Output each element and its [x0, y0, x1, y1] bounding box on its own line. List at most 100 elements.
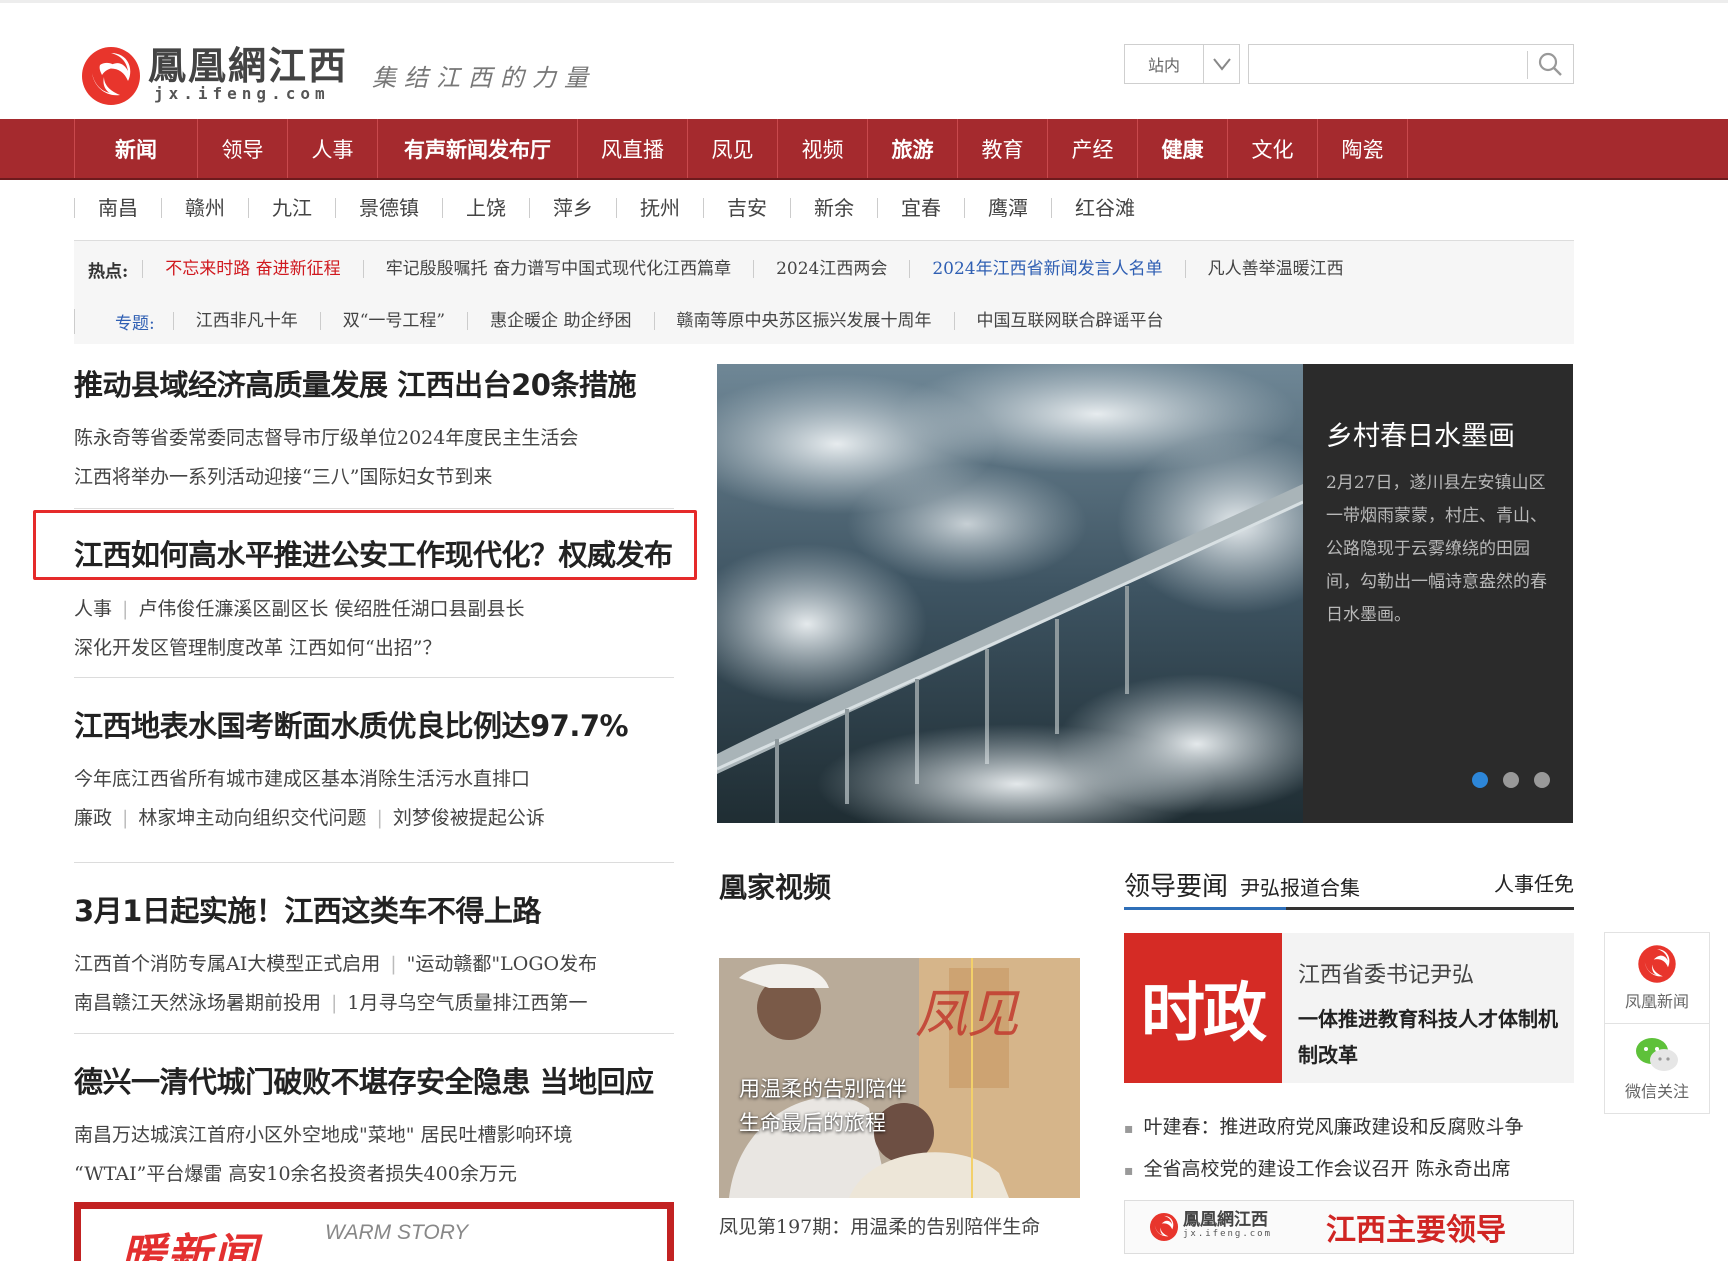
sub-link[interactable]: 江西将举办一系列活动迎接“三八”国际妇女节到来 [74, 465, 674, 489]
nav-item-economy[interactable]: 产经 [1048, 119, 1138, 178]
nav-item-leaders[interactable]: 领导 [198, 119, 288, 178]
chevron-down-icon[interactable] [1203, 45, 1239, 83]
headline-link[interactable]: 江西如何高水平推进公安工作现代化？权威发布 [74, 532, 674, 574]
sub-link[interactable]: 林家坤主动向组织交代问题 [138, 807, 366, 829]
video-caption[interactable]: 凤见第197期：用温柔的告别陪伴生命 [719, 1212, 1040, 1239]
wechat-follow-link[interactable]: 微信关注 [1605, 1023, 1709, 1113]
leader-card[interactable]: 时政 江西省委书记尹弘 一体推进教育科技人才体制机制改革 [1124, 933, 1574, 1083]
topic-link[interactable]: 赣南等原中央苏区振兴发展十周年 [653, 312, 954, 330]
search-input[interactable] [1248, 44, 1527, 84]
top-border [0, 0, 1728, 3]
city-link[interactable]: 九江 [248, 198, 335, 218]
slider-dots [1472, 772, 1550, 788]
sub-link[interactable]: 陈永奇等省委常委同志督导市厅级单位2024年度民主生活会 [74, 426, 674, 450]
sub-link[interactable]: 江西首个消防专属AI大模型正式启用 [74, 953, 380, 975]
sub-link[interactable]: "运动赣鄱"LOGO发布 [407, 953, 597, 975]
search-button[interactable] [1526, 44, 1574, 84]
nav-item-fengjian[interactable]: 凤见 [688, 119, 778, 178]
city-link[interactable]: 南昌 [74, 198, 161, 218]
nav-item-news[interactable]: 新闻 [75, 119, 198, 178]
nav-item-live[interactable]: 风直播 [578, 119, 688, 178]
topic-link[interactable]: 中国互联网联合辟谣平台 [953, 312, 1186, 330]
slider-title[interactable]: 乡村春日水墨画 [1326, 414, 1553, 453]
slider-desc: 2月27日，遂川县左安镇山区一带烟雨蒙蒙，村庄、青山、公路隐现于云雾缭绕的田园间… [1326, 473, 1547, 625]
headline-link[interactable]: 推动县域经济高质量发展 江西出台20条措施 [74, 362, 674, 404]
site-logo[interactable]: 鳳凰網江西 jx.ifeng.com [80, 44, 348, 108]
tab-active-indicator [1124, 907, 1286, 910]
politics-badge: 时政 [1124, 933, 1282, 1083]
headline-link[interactable]: 江西地表水国考断面水质优良比例达97.7% [74, 703, 674, 745]
wechat-icon [1636, 1037, 1678, 1071]
city-nav: 南昌 赣州 九江 景德镇 上饶 萍乡 抚州 吉安 新余 宜春 鹰潭 红谷滩 [74, 192, 1158, 224]
hot-link[interactable]: 不忘来时路 奋进新征程 [142, 260, 362, 278]
city-link[interactable]: 赣州 [161, 198, 248, 218]
leader-card-title[interactable]: 江西省委书记尹弘 [1298, 957, 1474, 989]
city-link[interactable]: 吉安 [703, 198, 790, 218]
banner-title: 江西主要领导 [1326, 1213, 1507, 1248]
banner-logo: 鳳凰網江西 jx.ifeng.com [1149, 1212, 1272, 1242]
slider-photo[interactable] [717, 364, 1303, 823]
category-tag[interactable]: 廉政 [74, 807, 112, 829]
nav-item-education[interactable]: 教育 [958, 119, 1048, 178]
tab-yinhong-reports[interactable]: 尹弘报道合集 [1240, 872, 1360, 901]
sub-link[interactable]: 深化开发区管理制度改革 江西如何“出招”？ [74, 636, 674, 660]
hot-link[interactable]: 凡人善举温暖江西 [1184, 260, 1366, 278]
sub-line: 江西首个消防专属AI大模型正式启用 | "运动赣鄱"LOGO发布 [74, 953, 598, 975]
topic-link[interactable]: 惠企暖企 助企纾困 [467, 312, 653, 330]
slider-dot[interactable] [1503, 772, 1519, 788]
city-link[interactable]: 宜春 [877, 198, 964, 218]
sub-link[interactable]: 1月寻乌空气质量排江西第一 [347, 992, 587, 1014]
city-link[interactable]: 景德镇 [335, 198, 442, 218]
logo-name: 鳳凰網江西 [148, 43, 349, 88]
video-section-title[interactable]: 凰家视频 [719, 866, 831, 906]
ifeng-news-app-link[interactable]: 凤凰新闻 [1605, 933, 1709, 1023]
hot-link[interactable]: 2024年江西省新闻发言人名单 [909, 260, 1184, 278]
divider [74, 1033, 674, 1034]
city-link[interactable]: 抚州 [616, 198, 703, 218]
hot-link[interactable]: 牢记殷殷嘱托 奋力谱写中国式现代化江西篇章 [362, 260, 753, 278]
nav-item-culture[interactable]: 文化 [1228, 119, 1318, 178]
leader-card-headline[interactable]: 一体推进教育科技人才体制机制改革 [1298, 1001, 1563, 1073]
category-tag[interactable]: 人事 [74, 598, 112, 620]
tab-leaders-news[interactable]: 领导要闻 [1124, 866, 1228, 903]
nav-item-personnel[interactable]: 人事 [288, 119, 378, 178]
topic-link[interactable]: 双“一号工程” [319, 312, 467, 330]
nav-item-audio-news[interactable]: 有声新闻发布厅 [378, 119, 578, 178]
main-leaders-banner[interactable]: 鳳凰網江西 jx.ifeng.com 江西主要领导 [1124, 1200, 1574, 1254]
slider-dot[interactable] [1472, 772, 1488, 788]
sub-link[interactable]: “WTAI”平台爆雷 高安10余名投资者损失400余万元 [74, 1162, 674, 1186]
photo-slider[interactable]: 乡村春日水墨画 2月27日，遂川县左安镇山区一带烟雨蒙蒙，村庄、青山、公路隐现于… [717, 364, 1573, 823]
city-link[interactable]: 鹰潭 [964, 198, 1051, 218]
topic-link[interactable]: 江西非凡十年 [172, 312, 320, 330]
nav-item-travel[interactable]: 旅游 [868, 119, 958, 178]
search-bar: 站内 [1124, 44, 1574, 84]
sub-link[interactable]: 今年底江西省所有城市建成区基本消除生活污水直排口 [74, 767, 674, 791]
city-link[interactable]: 萍乡 [529, 198, 616, 218]
sub-link[interactable]: 南昌赣江天然泳场暑期前投用 [74, 992, 321, 1014]
search-scope-select[interactable]: 站内 [1124, 44, 1240, 84]
nav-item-health[interactable]: 健康 [1138, 119, 1228, 178]
sub-link[interactable]: 卢伟俊任濂溪区副区长 侯绍胜任湖口县副县长 [138, 598, 524, 620]
nav-item-ceramics[interactable]: 陶瓷 [1318, 119, 1408, 178]
hot-link[interactable]: 2024江西两会 [753, 260, 909, 278]
city-link[interactable]: 新余 [790, 198, 877, 218]
video-thumbnail[interactable]: 凤见 用温柔的告别陪伴 生命最后的旅程 [719, 958, 1080, 1198]
video-watermark: 凤见 [915, 985, 1020, 1045]
nav-item-video[interactable]: 视频 [778, 119, 868, 178]
city-link[interactable]: 红谷滩 [1051, 198, 1158, 218]
headline-link[interactable]: 德兴一清代城门破败不堪存安全隐患 当地回应 [74, 1059, 674, 1101]
warm-news-title: 暖新闻 [121, 1230, 259, 1261]
sub-link[interactable]: 南昌万达城滨江首府小区外空地成"菜地" 居民吐槽影响环境 [74, 1123, 674, 1147]
city-link[interactable]: 上饶 [442, 198, 529, 218]
slogan: 集结江西的力量 [372, 64, 596, 92]
tab-personnel[interactable]: 人事任免 [1494, 868, 1574, 897]
slider-dot[interactable] [1534, 772, 1550, 788]
leader-news-item[interactable]: 全省高校党的建设工作会议召开 陈永奇出席 [1124, 1154, 1511, 1181]
warm-news-subtitle: WARM STORY [325, 1221, 469, 1244]
headline-link[interactable]: 3月1日起实施！江西这类车不得上路 [74, 888, 674, 930]
sub-link[interactable]: 刘梦俊被提起公诉 [393, 807, 545, 829]
news-block: 江西地表水国考断面水质优良比例达97.7% 今年底江西省所有城市建成区基本消除生… [74, 703, 674, 830]
sub-line: 廉政 | 林家坤主动向组织交代问题 | 刘梦俊被提起公诉 [74, 807, 545, 829]
leader-news-item[interactable]: 叶建春：推进政府党风廉政建设和反腐败斗争 [1124, 1112, 1524, 1139]
warm-news-banner[interactable]: 暖新闻 WARM STORY [74, 1202, 674, 1261]
